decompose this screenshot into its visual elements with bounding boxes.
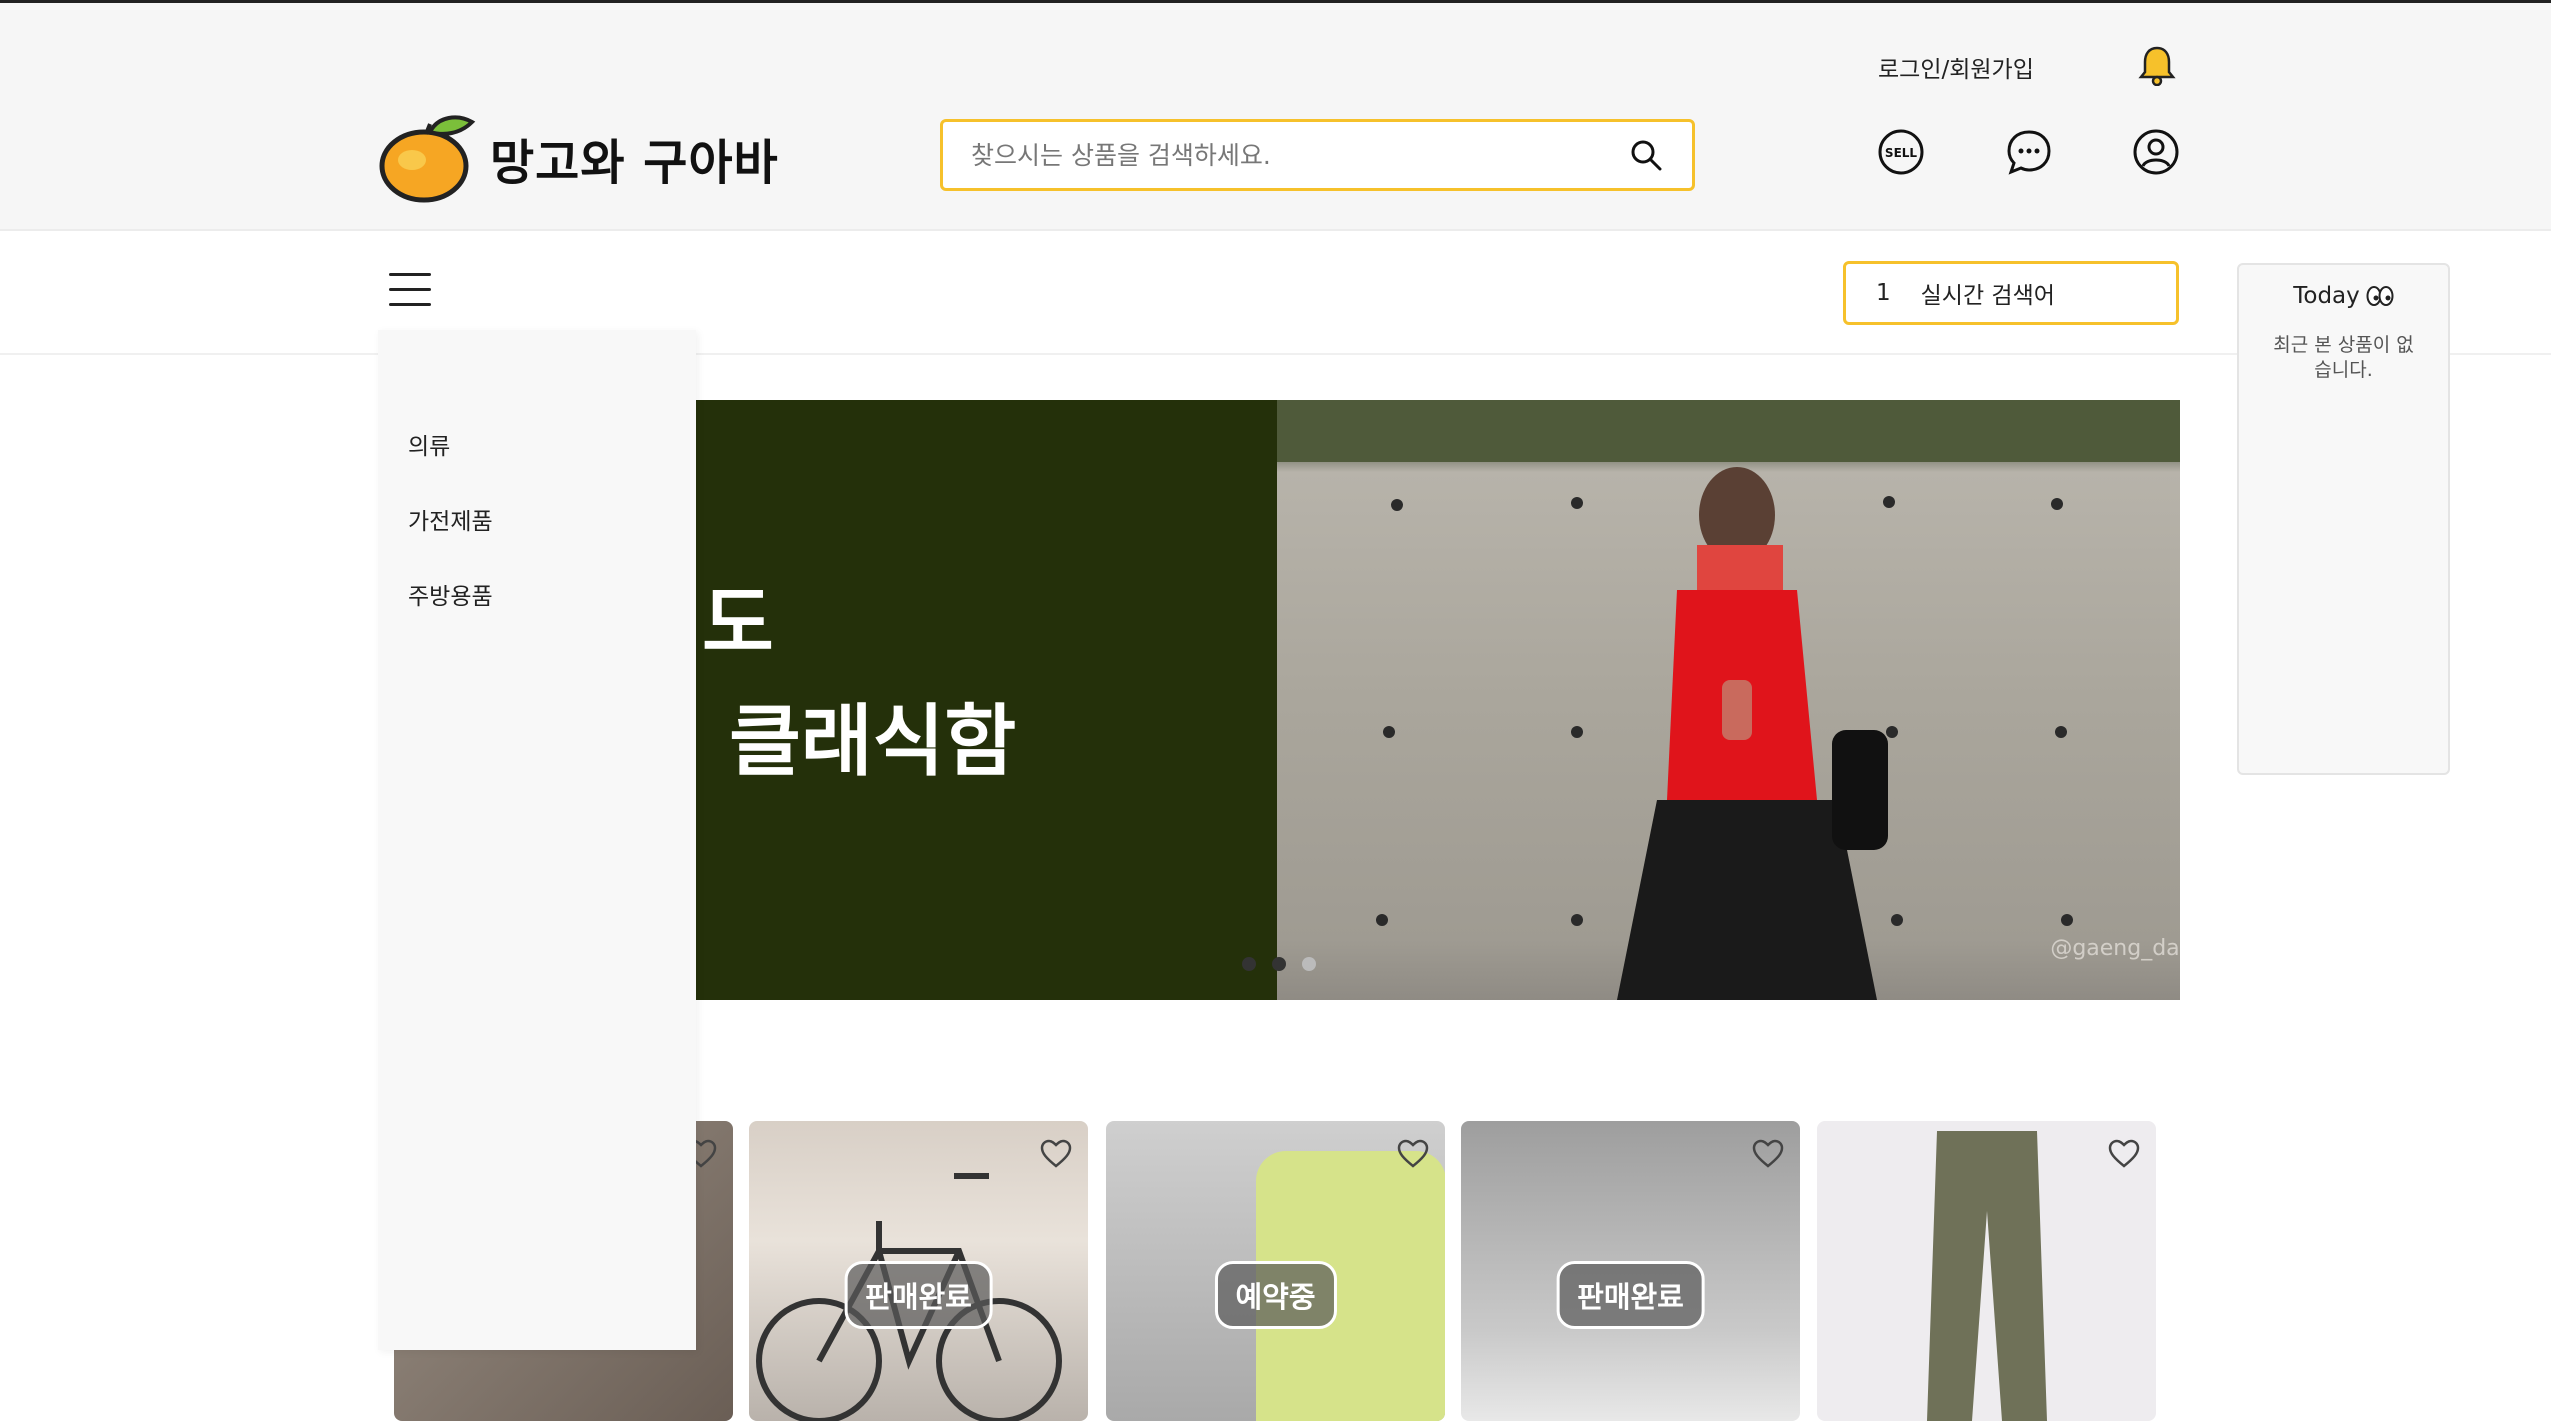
product-card[interactable] [1817, 1121, 2156, 1421]
product-card[interactable]: 예약중 [1106, 1121, 1445, 1421]
banner-photo: @gaeng_da [1277, 400, 2180, 1000]
logo-text: 망고와 구아바 [490, 134, 779, 191]
heart-icon[interactable] [1752, 1139, 1784, 1169]
user-icon[interactable] [2132, 128, 2180, 176]
eyes-icon [2366, 286, 2394, 306]
status-badge: 판매완료 [1556, 1261, 1705, 1329]
carousel-dots [1242, 957, 1316, 971]
heart-icon[interactable] [1040, 1139, 1072, 1169]
banner-watermark: @gaeng_da [2050, 936, 2179, 961]
carousel-dot[interactable] [1242, 957, 1256, 971]
carousel-dot[interactable] [1272, 957, 1286, 971]
logo[interactable]: 망고와 구아바 [378, 110, 779, 205]
menu-item-clothing[interactable]: 의류 [378, 410, 696, 485]
heart-icon[interactable] [1397, 1139, 1429, 1169]
banner-title: 도 클래식함 [702, 579, 1017, 787]
search-input[interactable] [971, 140, 1628, 170]
product-card[interactable]: 판매완료 [749, 1121, 1088, 1421]
menu-hamburger-icon[interactable] [389, 273, 431, 309]
realtime-rank: 1 [1876, 280, 1891, 306]
mango-icon [379, 115, 476, 203]
bell-icon[interactable] [2138, 44, 2176, 86]
status-badge: 예약중 [1214, 1261, 1337, 1329]
today-empty-text: 최근 본 상품이 없습니다. [2273, 334, 2414, 381]
sell-icon[interactable]: SELL [1877, 128, 1925, 176]
heart-icon[interactable] [2108, 1139, 2140, 1169]
main-banner-carousel[interactable]: 도 클래식함 @gaeng_da [692, 400, 2180, 1000]
sell-icon-label: SELL [1885, 146, 1917, 160]
realtime-label: 실시간 검색어 [1920, 283, 2055, 309]
today-recent-panel: Today 최근 본 상품이 없습니다. [2237, 263, 2450, 775]
carousel-dot[interactable] [1302, 957, 1316, 971]
product-card[interactable]: 판매완료 [1461, 1121, 1800, 1421]
login-signup-link[interactable]: 로그인/회원가입 [1878, 50, 2034, 84]
menu-item-kitchen[interactable]: 주방용품 [378, 560, 696, 635]
status-badge: 판매완료 [844, 1261, 993, 1329]
banner-text-panel: 도 클래식함 [692, 400, 1277, 1000]
menu-item-appliances[interactable]: 가전제품 [378, 485, 696, 560]
category-side-menu: 의류 가전제품 주방용품 [378, 330, 696, 1350]
realtime-search-ticker[interactable]: 1 실시간 검색어 [1843, 261, 2179, 325]
today-title: Today [2293, 283, 2360, 309]
search-icon[interactable] [1628, 137, 1664, 173]
chat-icon[interactable] [2005, 128, 2053, 176]
search-bar [940, 119, 1695, 191]
